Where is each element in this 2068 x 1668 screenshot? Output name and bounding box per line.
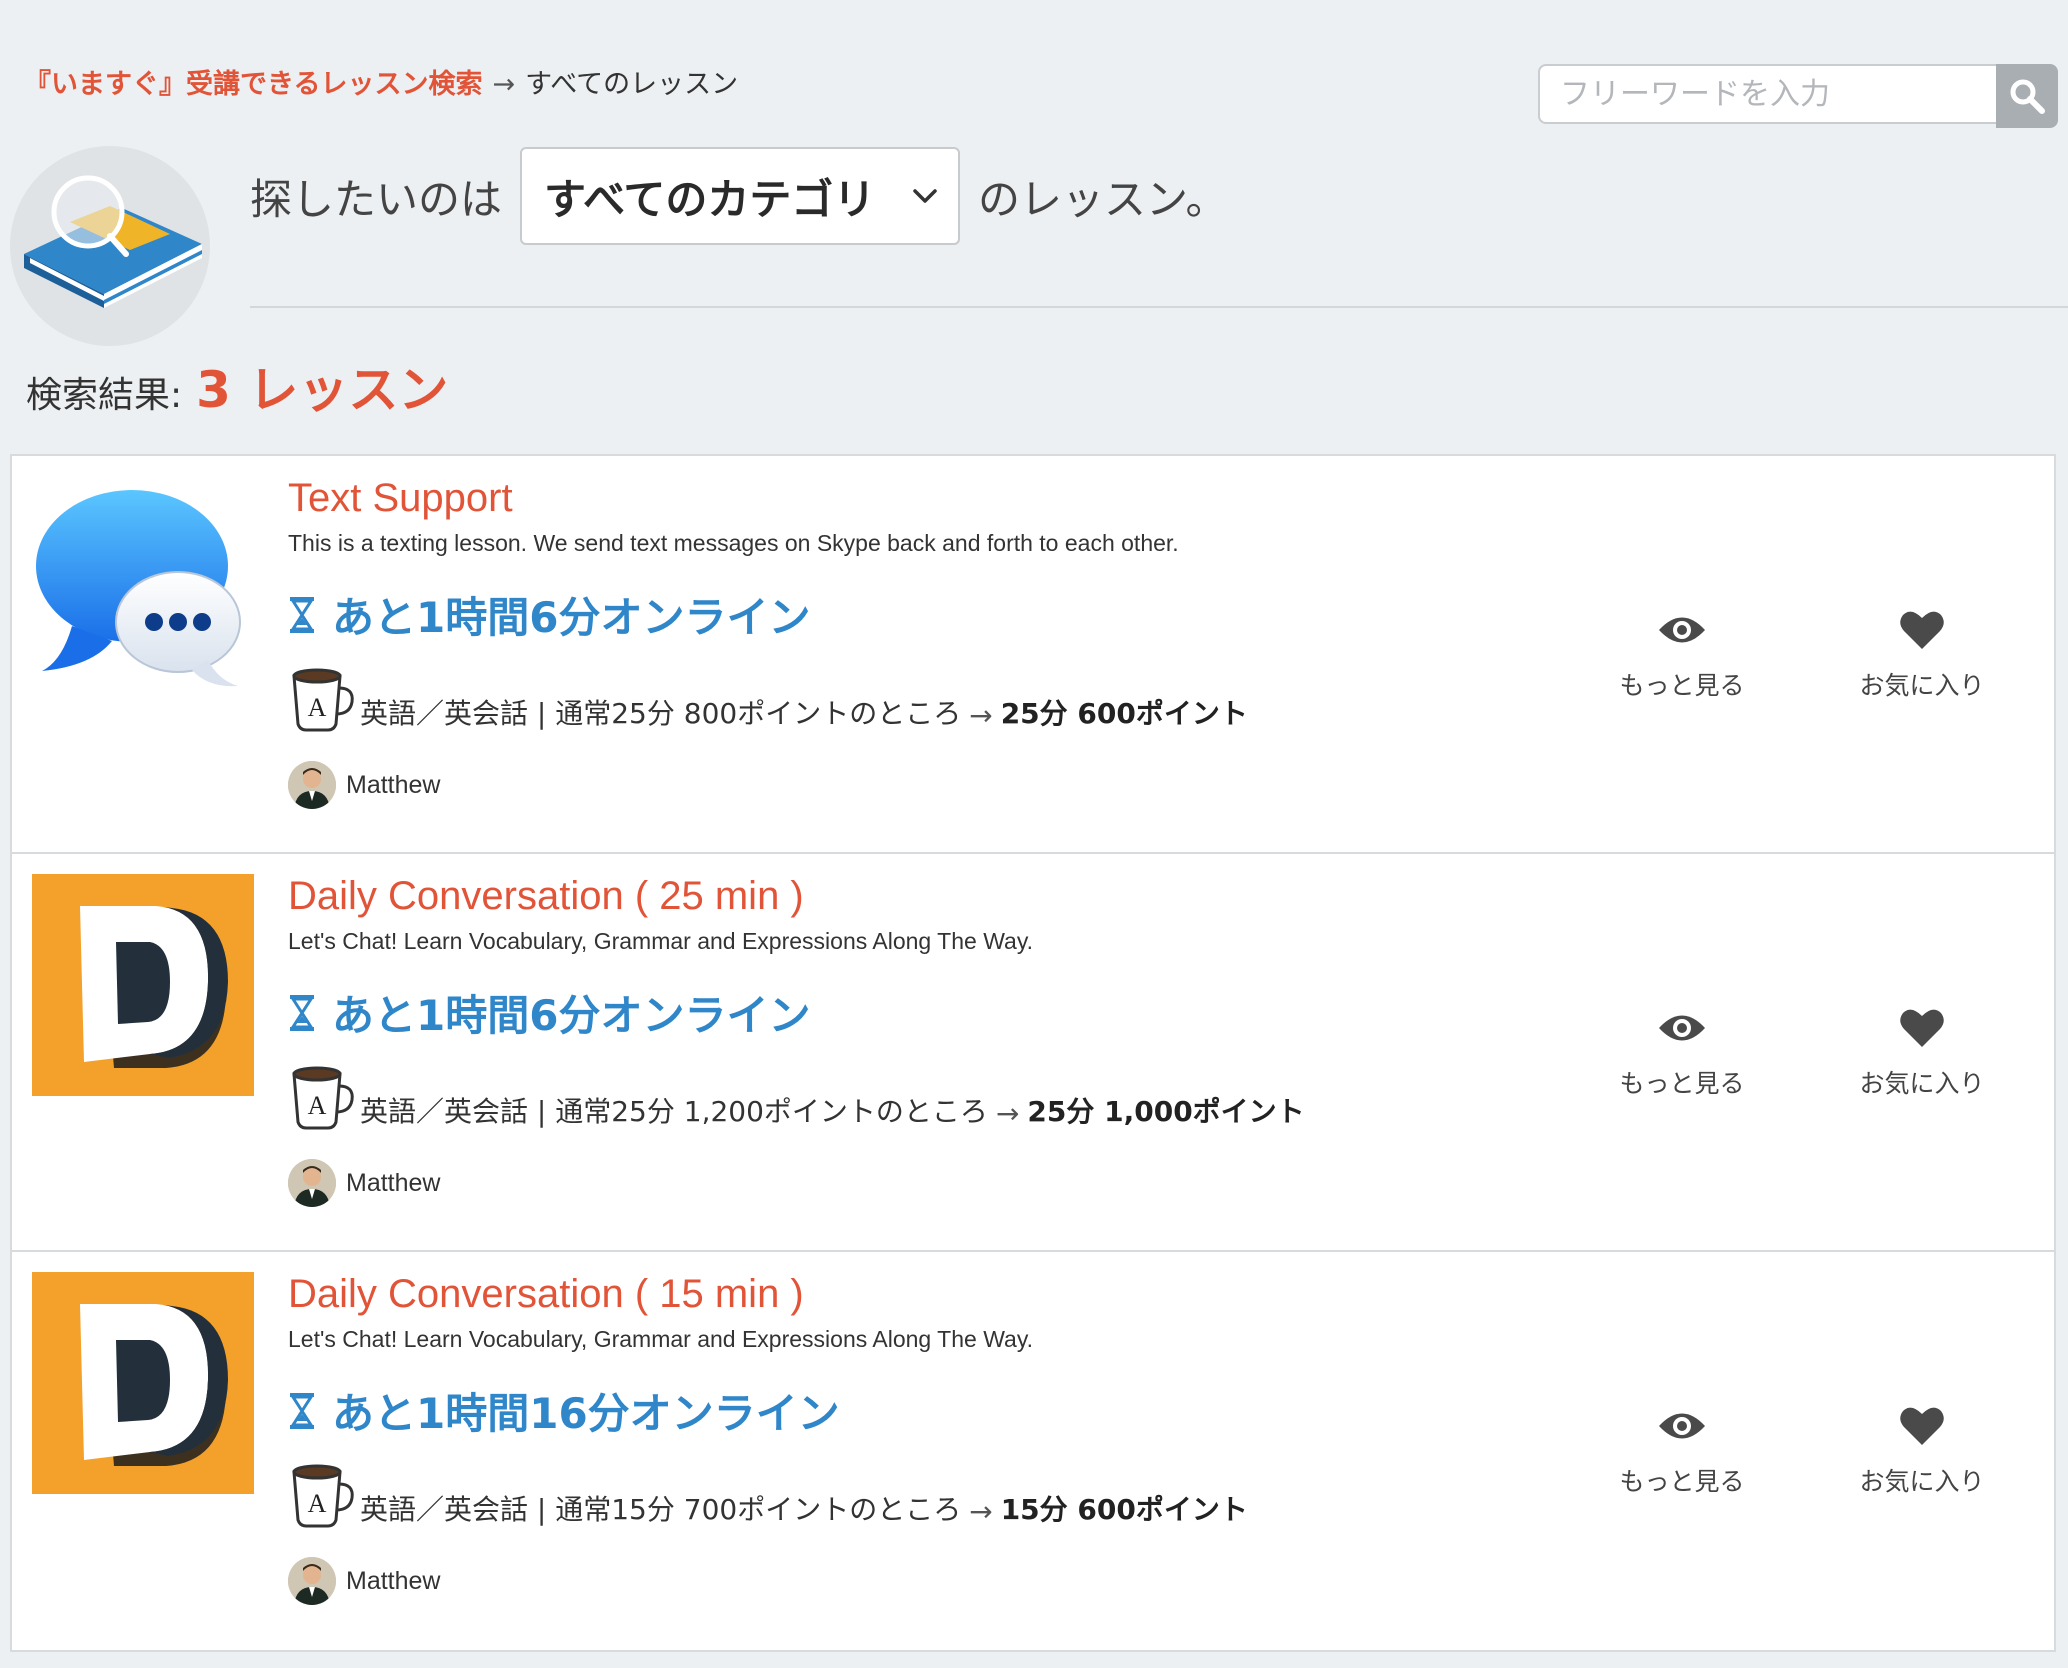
lesson-deal-price: 15分 600ポイント: [1000, 1493, 1248, 1526]
book-search-icon: [10, 146, 210, 346]
lesson-price-text: 英語／英会話 | 通常25分 800ポイントのところ: [360, 697, 962, 730]
online-text: あと1時間6分オンライン: [332, 991, 811, 1040]
chevron-down-icon: [912, 188, 938, 204]
messages-app-icon[interactable]: [32, 476, 254, 698]
lesson-meta: A 英語／英会話 | 通常15分 700ポイントのところ → 15分 600ポイ…: [288, 1462, 1248, 1528]
result-count: 3 レッスン: [196, 361, 449, 419]
online-status: あと1時間16分オンライン: [288, 1380, 840, 1441]
coffee-cup-icon: A: [288, 666, 358, 732]
more-label: もっと見る: [1619, 1467, 1745, 1496]
lesson-deal-price: 25分 1,000ポイント: [1027, 1095, 1305, 1128]
lesson-title[interactable]: Daily Conversation ( 25 min ): [288, 874, 804, 919]
lesson-description: Let's Chat! Learn Vocabulary, Grammar an…: [288, 1326, 1034, 1352]
coffee-cup-icon: A: [288, 1462, 358, 1528]
more-button[interactable]: もっと見る: [1602, 1400, 1762, 1498]
breadcrumb-current: すべてのレッスン: [525, 69, 739, 100]
hourglass-icon: [288, 993, 316, 1033]
hourglass-icon: [288, 595, 316, 635]
eye-icon: [1602, 1002, 1762, 1054]
online-status: あと1時間6分オンライン: [288, 982, 810, 1043]
favorite-button[interactable]: お気に入り: [1842, 604, 2002, 702]
result-label: 検索結果:: [26, 375, 183, 416]
lesson-meta: A 英語／英会話 | 通常25分 800ポイントのところ → 25分 600ポイ…: [288, 666, 1248, 732]
category-selected: すべてのカテゴリ: [544, 174, 876, 224]
breadcrumb-link-search[interactable]: 『いますぐ』受講できるレッスン検索: [24, 69, 482, 100]
search-icon: [2008, 77, 2046, 115]
lesson-title[interactable]: Daily Conversation ( 15 min ): [288, 1272, 804, 1317]
more-button[interactable]: もっと見る: [1602, 1002, 1762, 1100]
category-select[interactable]: すべてのカテゴリ: [520, 147, 961, 245]
more-label: もっと見る: [1619, 1069, 1745, 1098]
svg-text:A: A: [308, 1489, 327, 1518]
breadcrumb-separator: →: [492, 69, 516, 100]
category-row: 探したいのは すべてのカテゴリ のレッスン。: [250, 146, 1228, 246]
lesson-deal-price: 25分 600ポイント: [1000, 697, 1248, 730]
price-arrow: →: [969, 699, 993, 732]
teacher-name: Matthew: [346, 1168, 441, 1197]
search-input[interactable]: [1538, 64, 1996, 124]
teacher[interactable]: Matthew: [288, 761, 440, 809]
coffee-cup-icon: A: [288, 1064, 358, 1130]
lesson-card: Text Support This is a texting lesson. W…: [12, 456, 2054, 854]
lesson-description: Let's Chat! Learn Vocabulary, Grammar an…: [288, 928, 1034, 954]
eye-icon: [1602, 604, 1762, 656]
avatar: [288, 1557, 336, 1605]
avatar: [288, 761, 336, 809]
online-status: あと1時間6分オンライン: [288, 584, 810, 645]
teacher-name: Matthew: [346, 1566, 441, 1595]
online-text: あと1時間6分オンライン: [332, 593, 811, 642]
svg-text:A: A: [308, 693, 327, 722]
heart-icon: [1842, 1002, 2002, 1054]
teacher-name: Matthew: [346, 770, 441, 799]
lesson-title[interactable]: Text Support: [288, 476, 513, 521]
svg-text:A: A: [308, 1091, 327, 1120]
price-arrow: →: [995, 1097, 1020, 1130]
lesson-description: This is a texting lesson. We send text m…: [288, 530, 1179, 556]
favorite-label: お気に入り: [1859, 671, 1985, 700]
more-button[interactable]: もっと見る: [1602, 604, 1762, 702]
lesson-meta: A 英語／英会話 | 通常25分 1,200ポイントのところ → 25分 1,0…: [288, 1064, 1305, 1130]
eye-icon: [1602, 1400, 1762, 1452]
lesson-price-text: 英語／英会話 | 通常25分 1,200ポイントのところ: [360, 1095, 988, 1128]
teacher[interactable]: Matthew: [288, 1557, 440, 1605]
lesson-card: Daily Conversation ( 25 min ) Let's Chat…: [12, 854, 2054, 1252]
letter-d-logo[interactable]: [32, 874, 254, 1096]
favorite-label: お気に入り: [1859, 1069, 1985, 1098]
lesson-price-text: 英語／英会話 | 通常15分 700ポイントのところ: [360, 1493, 962, 1526]
divider: [250, 306, 2068, 308]
more-label: もっと見る: [1619, 671, 1745, 700]
search-button[interactable]: [1996, 64, 2058, 128]
online-text: あと1時間16分オンライン: [332, 1389, 840, 1438]
heart-icon: [1842, 604, 2002, 656]
lesson-card: Daily Conversation ( 15 min ) Let's Chat…: [12, 1252, 2054, 1650]
favorite-button[interactable]: お気に入り: [1842, 1400, 2002, 1498]
category-suffix: のレッスン。: [978, 174, 1228, 224]
breadcrumb: 『いますぐ』受講できるレッスン検索 → すべてのレッスン: [24, 62, 738, 101]
result-summary: 検索結果: 3 レッスン: [26, 350, 448, 422]
heart-icon: [1842, 1400, 2002, 1452]
hourglass-icon: [288, 1391, 316, 1431]
avatar: [288, 1159, 336, 1207]
favorite-button[interactable]: お気に入り: [1842, 1002, 2002, 1100]
price-arrow: →: [969, 1495, 993, 1528]
teacher[interactable]: Matthew: [288, 1159, 440, 1207]
category-prefix: 探したいのは: [250, 174, 503, 224]
lesson-list: Text Support This is a texting lesson. W…: [10, 454, 2056, 1652]
favorite-label: お気に入り: [1859, 1467, 1985, 1496]
letter-d-logo[interactable]: [32, 1272, 254, 1494]
search-box: [1538, 64, 2058, 128]
